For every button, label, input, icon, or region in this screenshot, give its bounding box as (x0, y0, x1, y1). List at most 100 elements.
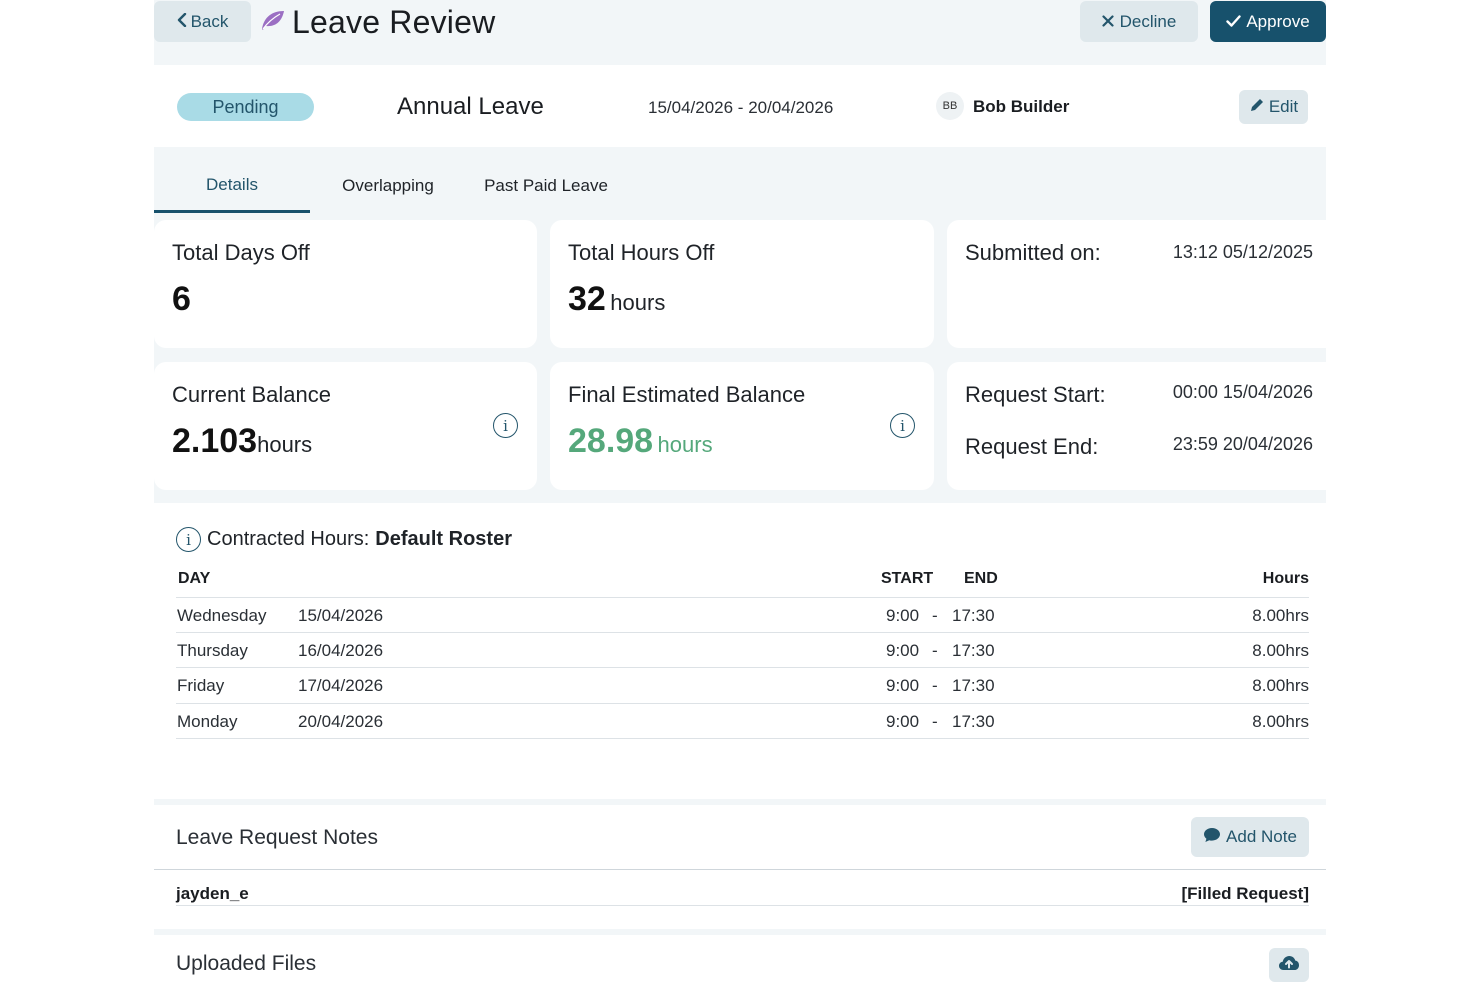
column-header-start: START (881, 570, 934, 587)
note-text: [Filled Request] (1181, 884, 1309, 903)
row-date: 20/04/2026 (298, 712, 384, 731)
submitted-card: Submitted on: 13:12 05/12/2025 (947, 220, 1326, 348)
contracted-hours-label: Contracted Hours: (207, 528, 370, 550)
decline-button[interactable]: Decline (1080, 1, 1198, 42)
submitted-label: Submitted on: (965, 240, 1101, 265)
row-hours: 8.00hrs (1252, 712, 1309, 731)
column-header-end: END (964, 570, 998, 587)
date-range: 15/04/2026 - 20/04/2026 (648, 98, 834, 117)
contracted-hours-section: i Contracted Hours: Default Roster DAY S… (154, 503, 1326, 799)
leaf-icon (260, 9, 286, 36)
row-end: 17:30 (952, 676, 995, 695)
tab-bar: Details Overlapping Past Paid Leave (154, 160, 1326, 214)
total-hours-value: 32 (568, 280, 606, 318)
status-badge: Pending (177, 93, 314, 121)
column-header-day: DAY (178, 570, 211, 587)
leave-review-page: Back Leave Review Decline Approve Pendin… (154, 0, 1326, 987)
total-hours-card: Total Hours Off 32 hours (550, 220, 934, 348)
row-day: Thursday (177, 641, 248, 660)
row-end: 17:30 (952, 712, 995, 731)
info-icon[interactable]: i (890, 413, 915, 438)
roster-name: Default Roster (375, 528, 512, 550)
row-start: 9:00 (886, 606, 920, 625)
approve-button[interactable]: Approve (1210, 1, 1326, 42)
total-days-value-wrap: 6 (172, 280, 191, 319)
final-balance-label: Final Estimated Balance (568, 382, 806, 407)
leave-request-notes: Leave Request Notes Add Note jayden_e [F… (154, 805, 1326, 929)
current-balance-card: Current Balance 2.103hours i (154, 362, 537, 490)
tab-details[interactable]: Details (154, 160, 310, 213)
note-divider (176, 905, 1309, 906)
leave-summary: Pending Annual Leave 15/04/2026 - 20/04/… (154, 65, 1326, 147)
row-start: 9:00 (886, 676, 920, 695)
final-balance-value: 28.98 (568, 422, 654, 460)
decline-label: Decline (1119, 11, 1177, 31)
row-date: 15/04/2026 (298, 606, 384, 625)
chevron-left-icon (177, 12, 187, 32)
row-date: 17/04/2026 (298, 676, 384, 695)
add-note-button[interactable]: Add Note (1191, 817, 1309, 857)
row-end: 17:30 (952, 641, 995, 660)
current-balance-unit: hours (257, 432, 313, 457)
table-row: Thursday 16/04/2026 9:00 - 17:30 8.00hrs (176, 632, 1309, 667)
current-balance-label: Current Balance (172, 382, 331, 407)
column-header-hours: Hours (1262, 570, 1309, 587)
row-end: 17:30 (952, 606, 995, 625)
edit-label: Edit (1268, 97, 1299, 116)
back-label: Back (190, 11, 229, 31)
row-day: Friday (177, 676, 225, 695)
request-start-label: Request Start: (965, 382, 1106, 407)
leave-type: Annual Leave (397, 93, 544, 120)
cloud-upload-icon (1278, 955, 1300, 976)
title-wrap: Leave Review (260, 2, 495, 42)
row-start: 9:00 (886, 712, 920, 731)
final-balance-unit: hours (657, 432, 713, 457)
tab-past-paid-leave[interactable]: Past Paid Leave (477, 160, 615, 212)
row-hours: 8.00hrs (1252, 676, 1309, 695)
current-balance-value: 2.103 (172, 422, 258, 460)
uploads-title: Uploaded Files (176, 952, 317, 975)
total-hours-label: Total Hours Off (568, 240, 715, 265)
comment-icon (1203, 827, 1221, 848)
row-separator: - (932, 676, 938, 695)
request-end-value: 23:59 20/04/2026 (1172, 434, 1313, 454)
avatar: BB (936, 92, 964, 120)
notes-title: Leave Request Notes (176, 826, 378, 849)
check-icon (1226, 12, 1242, 32)
total-days-label: Total Days Off (172, 240, 310, 265)
tab-overlapping[interactable]: Overlapping (330, 160, 446, 212)
row-hours: 8.00hrs (1252, 606, 1309, 625)
row-day: Monday (177, 712, 238, 731)
final-balance-card: Final Estimated Balance 28.98 hours i (550, 362, 934, 490)
page-title: Leave Review (292, 3, 496, 40)
info-icon[interactable]: i (176, 527, 201, 552)
add-note-label: Add Note (1226, 827, 1297, 846)
pencil-icon (1249, 97, 1265, 118)
edit-button[interactable]: Edit (1239, 90, 1308, 124)
contracted-hours-heading: i Contracted Hours: Default Roster (176, 527, 512, 552)
table-bottom-divider (176, 738, 1309, 739)
uploaded-files-section: Uploaded Files (154, 935, 1326, 987)
total-hours-unit: hours (610, 290, 666, 315)
request-dates-card: Request Start: 00:00 15/04/2026 Request … (947, 362, 1326, 490)
approve-label: Approve (1246, 11, 1310, 31)
upload-button[interactable] (1269, 948, 1309, 982)
request-start-value: 00:00 15/04/2026 (1172, 382, 1313, 402)
table-row: Monday 20/04/2026 9:00 - 17:30 8.00hrs (176, 703, 1309, 738)
row-start: 9:00 (886, 641, 920, 660)
notes-divider (154, 869, 1326, 870)
row-separator: - (932, 641, 938, 660)
current-balance-value-wrap: 2.103hours (172, 422, 312, 461)
info-icon[interactable]: i (493, 413, 518, 438)
top-bar: Back Leave Review Decline Approve (154, 0, 1326, 64)
row-hours: 8.00hrs (1252, 641, 1309, 660)
table-row: Friday 17/04/2026 9:00 - 17:30 8.00hrs (176, 667, 1309, 702)
note-author: jayden_e (176, 884, 249, 903)
row-day: Wednesday (177, 606, 267, 625)
total-days-value: 6 (172, 280, 191, 318)
employee-name: Bob Builder (973, 97, 1070, 116)
final-balance-value-wrap: 28.98 hours (568, 422, 713, 461)
back-button[interactable]: Back (154, 1, 251, 42)
total-hours-value-wrap: 32 hours (568, 280, 665, 319)
request-end-label: Request End: (965, 434, 1099, 459)
